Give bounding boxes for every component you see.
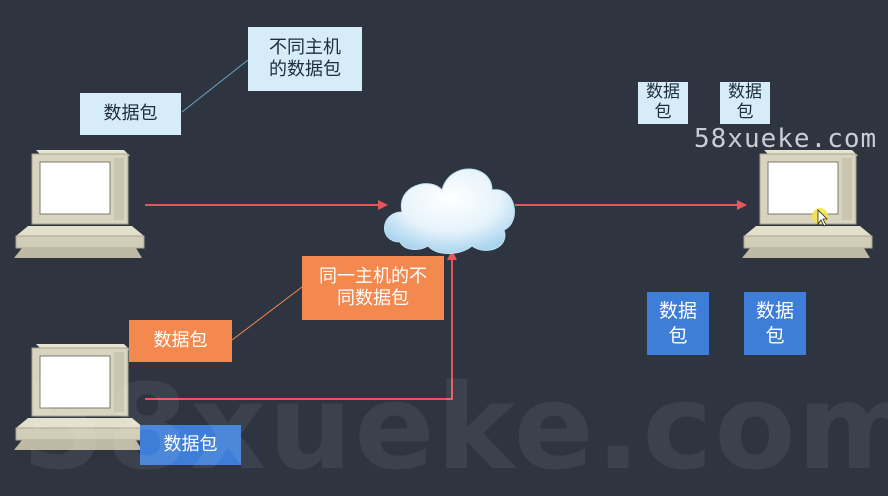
callout-line-top [181,59,249,113]
same-host-different-packets-note: 同一主机的不 同数据包 [302,256,444,320]
packet-label-top-left: 数据包 [80,93,181,135]
packet-label-right-1: 数据 包 [638,82,688,124]
different-host-packets-note: 不同主机 的数据包 [248,27,362,91]
computer-icon-right [742,150,873,258]
computer-icon-top-left [14,150,145,258]
packet-label-orange: 数据包 [129,320,232,362]
packet-label-right-2: 数据 包 [720,82,770,124]
packet-label-right-blue-2: 数据 包 [744,292,806,355]
watermark-small: 58xueke.com [694,124,878,154]
network-diagram: 不同主机 的数据包 数据包 数据 包 数据 包 同一主机的不 同数据包 数据包 … [0,0,888,496]
cloud-icon [384,168,515,254]
watermark-large: 58xueke.com [22,358,888,496]
callout-line-middle [231,286,303,341]
packet-label-right-blue-1: 数据 包 [647,292,709,355]
